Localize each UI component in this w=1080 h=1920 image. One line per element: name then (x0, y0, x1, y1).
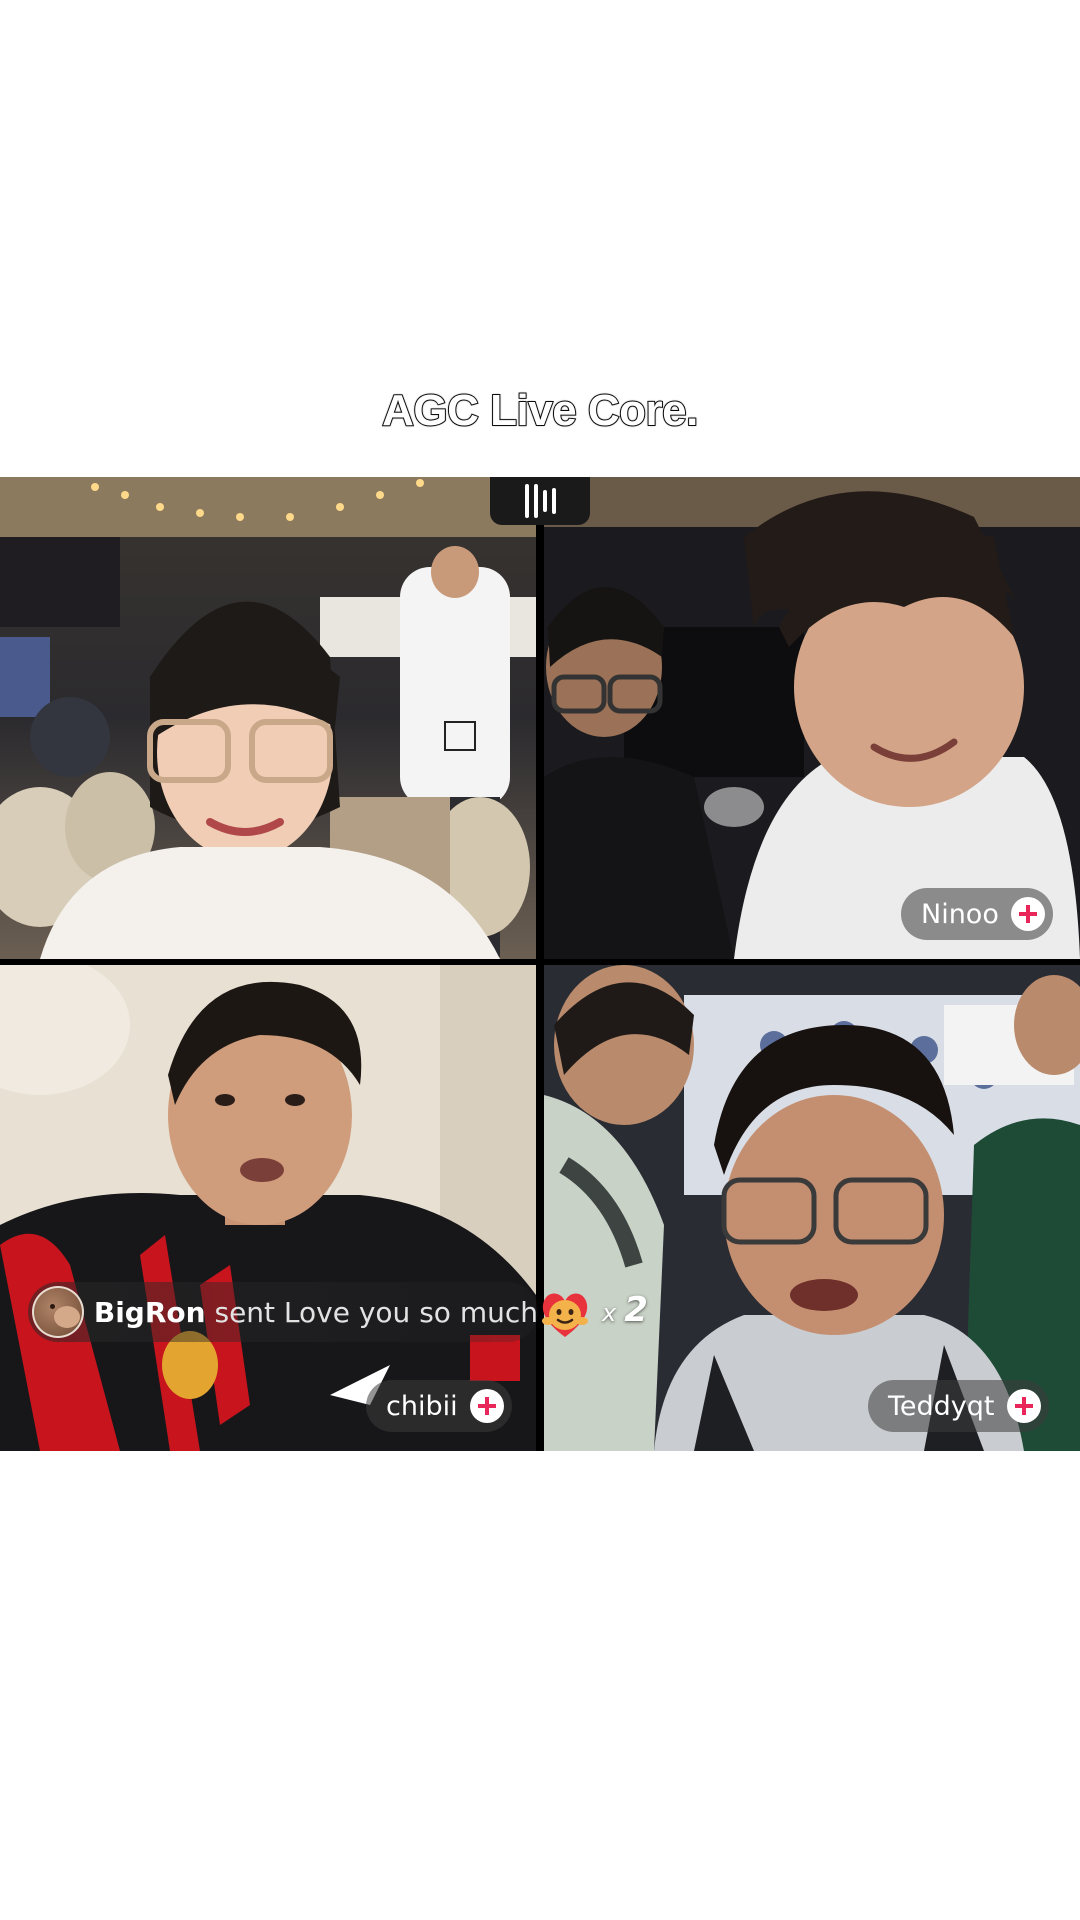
guest-name-pill-ninoo[interactable]: Ninoo (901, 888, 1053, 940)
guest-name-pill-chibii[interactable]: chibii (366, 1380, 512, 1432)
guest-name: Ninoo (921, 898, 999, 930)
follow-plus-icon[interactable] (1006, 1389, 1041, 1423)
gift-message: BigRon sent Love you so much (94, 1296, 538, 1329)
video-feed-teddyqt (544, 965, 1080, 1451)
guest-video-tile-1[interactable] (0, 477, 536, 959)
video-feed-ninoo (544, 477, 1080, 959)
guest-video-tile-2[interactable] (544, 477, 1080, 959)
guest-name: chibii (386, 1390, 458, 1422)
follow-plus-icon[interactable] (469, 1389, 504, 1423)
video-caption: AGC Live Core. (381, 385, 699, 436)
follow-plus-icon[interactable] (1010, 897, 1045, 931)
guest-video-tile-4[interactable] (544, 965, 1080, 1451)
live-audio-bars-icon[interactable] (490, 477, 590, 525)
video-feed-chibii (0, 965, 536, 1451)
avatar[interactable] (32, 1286, 84, 1338)
gift-combo-count: x 2 (602, 1290, 648, 1330)
guest-video-tile-3[interactable] (0, 965, 536, 1451)
video-feed-host (0, 477, 536, 959)
gift-message-text: sent Love you so much (214, 1295, 538, 1329)
guest-name: Teddyqt (888, 1390, 995, 1422)
guest-name-pill-teddyqt[interactable]: Teddyqt (868, 1380, 1049, 1432)
love-you-so-much-gift-icon (542, 1293, 588, 1337)
gift-count-prefix: x (602, 1299, 617, 1327)
gift-notification-banner: BigRon sent Love you so much (28, 1282, 538, 1342)
gift-count-number: 2 (624, 1290, 648, 1330)
gift-sender-name[interactable]: BigRon (94, 1296, 206, 1329)
